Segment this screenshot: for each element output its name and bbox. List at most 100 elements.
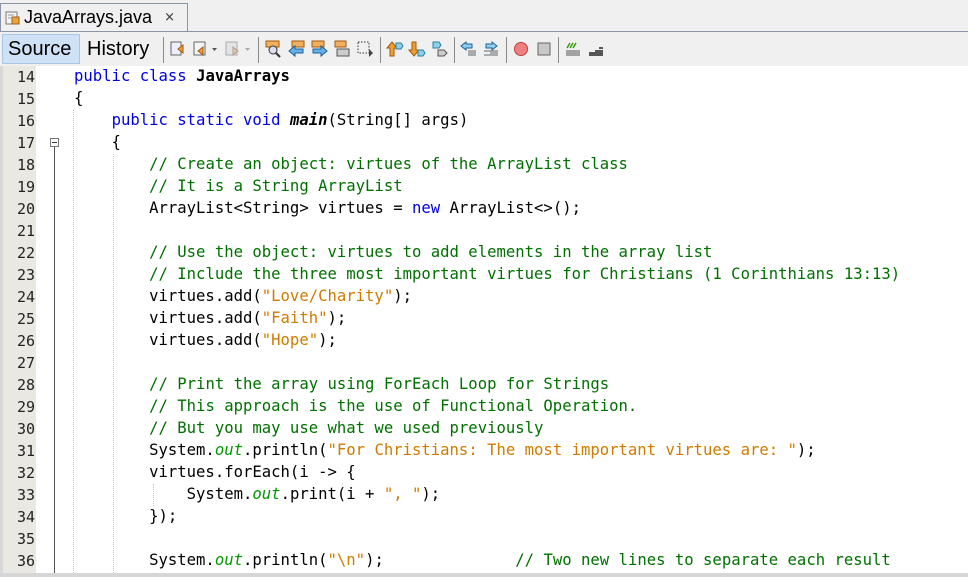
fold-line — [54, 147, 55, 577]
code-line: // This approach is the use of Functiona… — [74, 397, 637, 415]
code-token: .println( — [243, 551, 328, 569]
code-line: { — [74, 89, 83, 107]
toggle-rect-select-icon[interactable] — [356, 40, 374, 58]
find-icon[interactable] — [265, 40, 283, 58]
line-number: 29 — [16, 398, 35, 416]
previous-bookmark-icon[interactable] — [385, 40, 404, 58]
code-token: // Use the object: virtues to add elemen… — [149, 243, 713, 261]
line-number-gutter: 14 15 16 17 18 19 20 21 22 23 24 25 26 27 28 29 30 31 32 33… — [0, 66, 36, 577]
horizontal-scrollbar[interactable] — [0, 573, 968, 577]
code-token: (String[] args) — [327, 111, 469, 129]
code-line: { — [74, 133, 121, 151]
code-token: // This approach is the use of Functiona… — [149, 397, 638, 415]
code-token: out — [214, 551, 243, 569]
code-token: { — [74, 133, 121, 151]
code-token: "Faith" — [261, 309, 328, 327]
line-number: 15 — [16, 90, 35, 108]
back-icon[interactable] — [192, 40, 210, 58]
code-token: ); — [318, 331, 337, 349]
source-tab-button[interactable]: Source — [2, 34, 80, 64]
line-number: 21 — [16, 222, 35, 240]
forward-icon — [224, 40, 242, 58]
line-number: 32 — [16, 464, 35, 482]
code-line: System.out.println("\n"); // Two new lin… — [74, 551, 891, 569]
code-token: // Print the array using ForEach Loop fo… — [149, 375, 610, 393]
line-number: 25 — [16, 310, 35, 328]
toolbar-separator — [380, 37, 381, 63]
find-next-icon[interactable] — [310, 40, 328, 58]
line-number: 19 — [16, 178, 35, 196]
code-token: }); — [74, 507, 178, 525]
code-line: // But you may use what we used previous… — [74, 419, 543, 437]
code-line: public class JavaArrays — [74, 67, 290, 85]
comment-icon[interactable] — [564, 40, 582, 58]
code-token: ); — [393, 287, 412, 305]
code-token: "Love/Charity" — [261, 287, 394, 305]
code-token: public class — [74, 67, 197, 85]
code-token: .println( — [243, 441, 328, 459]
code-token: // But you may use what we used previous… — [149, 419, 544, 437]
back-dropdown-icon[interactable] — [211, 40, 219, 58]
uncomment-icon[interactable] — [587, 40, 605, 58]
code-token: { — [74, 89, 84, 107]
code-line: System.out.print(i + ", "); — [74, 485, 441, 503]
java-file-icon — [5, 10, 21, 26]
code-token: ); — [421, 485, 441, 503]
code-token: ArrayList<>(); — [440, 199, 581, 217]
line-number: 35 — [16, 530, 35, 548]
code-line: }); — [74, 507, 177, 525]
code-token: System. — [74, 485, 253, 503]
shift-right-icon[interactable] — [482, 40, 500, 58]
code-token: ); — [365, 551, 516, 569]
code-token: virtues.forEach(i -> { — [74, 463, 356, 481]
code-line: virtues.add("Love/Charity"); — [74, 287, 412, 305]
code-token: // It is a String ArrayList — [149, 177, 403, 195]
stop-macro-icon[interactable] — [535, 40, 553, 58]
code-editor[interactable]: public class JavaArrays { public static v… — [72, 66, 968, 573]
code-token: // Two new lines to separate each result — [515, 551, 891, 569]
tab-java-arrays[interactable]: JavaArrays.java × — [0, 3, 188, 31]
code-line: // Include the three most important virt… — [74, 265, 900, 283]
toolbar-separator — [163, 37, 164, 63]
code-token: .print(i + — [280, 485, 384, 503]
code-line: virtues.add("Hope"); — [74, 331, 337, 349]
code-token: out — [214, 441, 243, 459]
code-token: // Include the three most important virt… — [149, 265, 901, 283]
line-number: 20 — [16, 200, 35, 218]
last-edit-icon[interactable] — [169, 40, 187, 58]
code-token: main — [289, 111, 328, 129]
toolbar-separator — [258, 37, 259, 63]
code-token: virtues.add( — [74, 331, 262, 349]
line-number: 33 — [16, 486, 35, 504]
line-number: 23 — [16, 266, 35, 284]
code-line: virtues.forEach(i -> { — [74, 463, 356, 481]
line-number: 22 — [16, 244, 35, 262]
shift-left-icon[interactable] — [460, 40, 478, 58]
toggle-highlight-icon[interactable] — [333, 40, 351, 58]
collapse-fold-icon[interactable] — [50, 138, 59, 147]
next-bookmark-icon[interactable] — [407, 40, 426, 58]
line-number: 27 — [16, 354, 35, 372]
find-previous-icon[interactable] — [288, 40, 306, 58]
toolbar-separator — [506, 37, 507, 63]
fold-margin — [36, 66, 72, 577]
code-token: ); — [327, 309, 347, 327]
history-tab-button[interactable]: History — [82, 34, 160, 64]
tab-title: JavaArrays.java — [24, 7, 153, 27]
close-tab-icon[interactable]: × — [164, 10, 175, 25]
code-token: // Create an object: virtues of the Arra… — [149, 155, 628, 173]
code-token: virtues.add( — [74, 309, 262, 327]
line-number: 18 — [16, 156, 35, 174]
start-macro-icon[interactable] — [512, 40, 530, 58]
code-token: virtues.add( — [74, 287, 262, 305]
code-token: JavaArrays — [196, 67, 290, 85]
code-line: public static void main(String[] args) — [74, 111, 469, 129]
code-line: virtues.add("Faith"); — [74, 309, 346, 327]
toggle-bookmark-icon[interactable] — [431, 40, 449, 58]
code-token: System. — [74, 551, 215, 569]
